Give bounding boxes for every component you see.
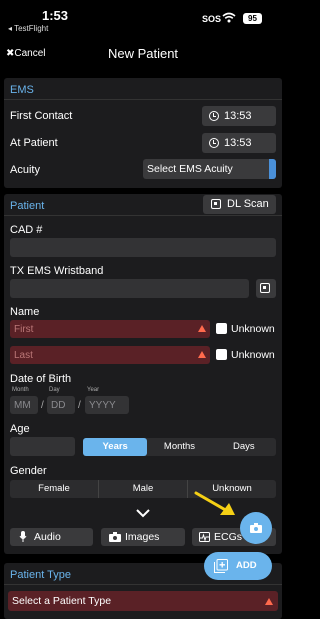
wristband-input[interactable] bbox=[10, 279, 249, 298]
clock-time: 1:53 bbox=[42, 8, 69, 23]
age-input[interactable] bbox=[10, 437, 75, 456]
dl-scan-button[interactable]: DL Scan bbox=[203, 195, 276, 214]
first-name-input[interactable] bbox=[10, 320, 210, 338]
add-label: ADD bbox=[236, 560, 257, 571]
arrow-annotation-icon bbox=[194, 491, 235, 515]
gender-female[interactable]: Female bbox=[10, 480, 99, 498]
first-contact-time-button[interactable]: 13:53 bbox=[202, 106, 276, 126]
audio-button[interactable]: Audio bbox=[10, 528, 93, 546]
dob-month-label: Month bbox=[12, 387, 29, 393]
patient-type-value: Select a Patient Type bbox=[12, 595, 112, 607]
dob-year-placeholder: YYYY bbox=[89, 400, 116, 411]
dob-day-placeholder: DD bbox=[51, 400, 66, 411]
dl-scan-label: DL Scan bbox=[227, 198, 269, 210]
at-patient-label: At Patient bbox=[10, 137, 58, 149]
ecg-icon bbox=[199, 532, 210, 542]
warning-icon bbox=[198, 351, 206, 358]
wristband-scan-button[interactable] bbox=[256, 279, 276, 298]
first-unknown-checkbox[interactable] bbox=[216, 323, 227, 334]
at-patient-time: 13:53 bbox=[224, 137, 252, 149]
age-label: Age bbox=[10, 423, 30, 435]
dob-year-label: Year bbox=[87, 387, 100, 393]
chevron-down-icon[interactable] bbox=[136, 508, 150, 518]
cad-input[interactable] bbox=[10, 238, 276, 257]
date-separator: / bbox=[78, 400, 81, 411]
patient-type-select[interactable]: Select a Patient Type bbox=[8, 591, 278, 611]
warning-icon bbox=[265, 598, 273, 605]
camera-icon bbox=[109, 532, 121, 542]
scan-icon bbox=[211, 199, 221, 209]
last-name-placeholder: Last bbox=[14, 350, 33, 361]
cad-label: CAD # bbox=[10, 224, 43, 236]
dob-month-placeholder: MM bbox=[14, 400, 31, 411]
last-unknown-checkbox[interactable] bbox=[216, 349, 227, 360]
add-fab-button[interactable]: ADD bbox=[204, 552, 272, 580]
age-unit-years[interactable]: Years bbox=[83, 438, 148, 456]
clock-icon bbox=[209, 111, 219, 121]
warning-icon bbox=[198, 325, 206, 332]
acuity-value: Select EMS Acuity bbox=[147, 163, 233, 175]
back-to-testflight[interactable]: ◂ TestFlight bbox=[8, 24, 48, 33]
date-separator: / bbox=[41, 400, 44, 411]
first-name-placeholder: First bbox=[14, 324, 34, 335]
age-unit-days[interactable]: Days bbox=[212, 438, 276, 456]
camera-fab-button[interactable] bbox=[240, 512, 272, 544]
add-square-icon bbox=[214, 559, 228, 573]
nav-bar: ✖Cancel New Patient bbox=[0, 40, 286, 70]
name-label: Name bbox=[10, 306, 40, 318]
page-title: New Patient bbox=[107, 46, 179, 61]
status-bar: 1:53 ◂ TestFlight SOS 95 bbox=[0, 0, 286, 36]
sos-indicator: SOS bbox=[202, 14, 222, 24]
ecgs-label: ECGs bbox=[214, 531, 243, 543]
acuity-select[interactable]: Select EMS Acuity bbox=[143, 159, 276, 179]
battery-indicator: 95 bbox=[243, 13, 262, 24]
at-patient-time-button[interactable]: 13:53 bbox=[202, 133, 276, 153]
ems-header: EMS bbox=[4, 78, 282, 100]
first-unknown-label: Unknown bbox=[231, 323, 275, 335]
last-unknown-label: Unknown bbox=[231, 349, 275, 361]
audio-label: Audio bbox=[34, 531, 61, 543]
last-name-input[interactable] bbox=[10, 346, 210, 364]
dob-day-label: Day bbox=[49, 387, 60, 393]
dropdown-caret-icon bbox=[269, 159, 276, 179]
gender-male[interactable]: Male bbox=[99, 480, 188, 498]
age-unit-months[interactable]: Months bbox=[147, 438, 211, 456]
scan-icon bbox=[260, 283, 270, 293]
acuity-label: Acuity bbox=[10, 164, 40, 176]
gender-label: Gender bbox=[10, 465, 47, 477]
wristband-label: TX EMS Wristband bbox=[10, 265, 104, 277]
microphone-icon bbox=[19, 531, 27, 542]
images-label: Images bbox=[125, 531, 160, 543]
images-button[interactable]: Images bbox=[101, 528, 185, 546]
first-contact-label: First Contact bbox=[10, 110, 73, 122]
dob-label: Date of Birth bbox=[10, 373, 72, 385]
camera-icon bbox=[250, 523, 262, 533]
wifi-icon bbox=[222, 12, 236, 23]
age-unit-segmented: Years Months Days bbox=[83, 438, 276, 456]
first-contact-time: 13:53 bbox=[224, 110, 252, 122]
clock-icon bbox=[209, 138, 219, 148]
